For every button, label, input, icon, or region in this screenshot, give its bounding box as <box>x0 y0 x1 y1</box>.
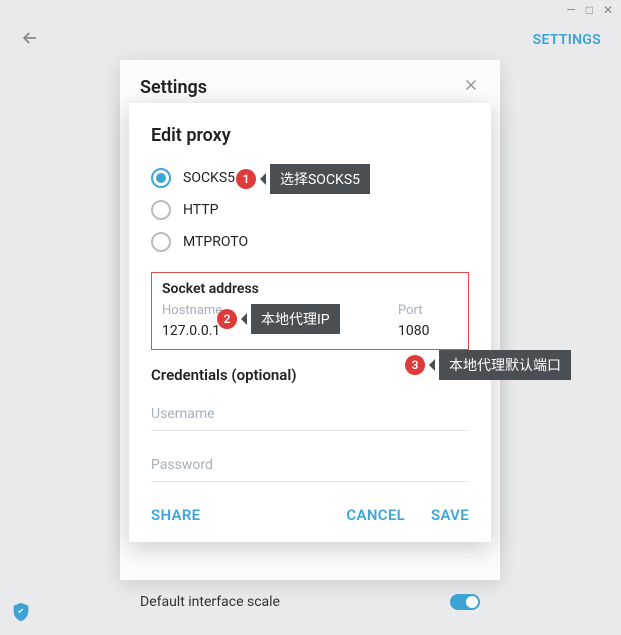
dialog-actions: SHARE CANCEL SAVE <box>151 506 469 524</box>
credentials-section-label: Credentials (optional) <box>151 366 469 384</box>
radio-icon <box>151 200 171 220</box>
proxy-type-radio-group: SOCKS5 HTTP MTPROTO <box>151 162 469 258</box>
port-label: Port <box>398 303 458 318</box>
hostname-field-wrap: Hostname <box>162 303 374 339</box>
proxy-type-label: HTTP <box>183 202 218 218</box>
hostname-input[interactable] <box>162 323 374 339</box>
username-input[interactable] <box>151 398 469 431</box>
save-button[interactable]: SAVE <box>431 506 469 524</box>
port-input[interactable] <box>398 323 458 339</box>
proxy-type-socks5[interactable]: SOCKS5 <box>151 162 469 194</box>
proxy-type-label: SOCKS5 <box>183 170 235 186</box>
password-input[interactable] <box>151 449 469 482</box>
proxy-type-http[interactable]: HTTP <box>151 194 469 226</box>
port-field-wrap: Port <box>398 303 458 339</box>
socket-address-section: Socket address Hostname Port <box>151 272 469 350</box>
proxy-type-mtproto[interactable]: MTPROTO <box>151 226 469 258</box>
radio-icon <box>151 232 171 252</box>
edit-proxy-dialog: Edit proxy SOCKS5 HTTP MTPROTO Socket ad… <box>129 103 491 542</box>
cancel-button[interactable]: CANCEL <box>346 506 405 524</box>
radio-icon <box>151 168 171 188</box>
proxy-type-label: MTPROTO <box>183 234 248 250</box>
edit-proxy-title: Edit proxy <box>151 125 469 146</box>
socket-address-label: Socket address <box>162 281 458 297</box>
share-button[interactable]: SHARE <box>151 506 200 524</box>
hostname-label: Hostname <box>162 303 374 318</box>
